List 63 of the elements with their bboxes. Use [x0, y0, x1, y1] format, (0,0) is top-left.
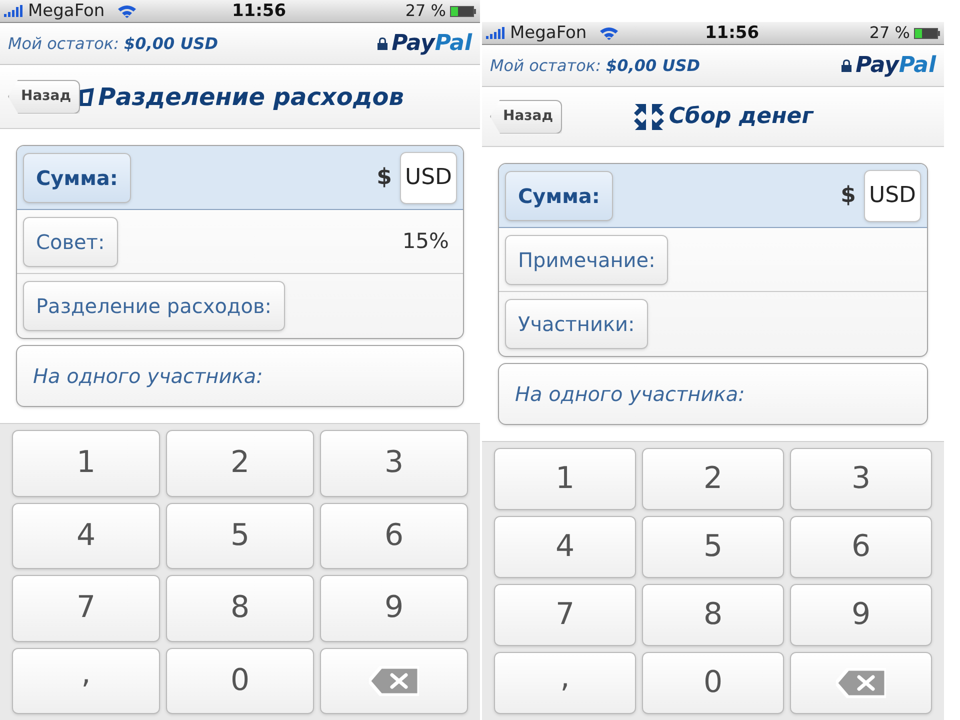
currency-button[interactable]: USD [400, 152, 457, 204]
paypal-logo: PayPal [856, 54, 936, 76]
keypad-key[interactable]: 8 [642, 584, 784, 646]
balance-text: Мой остаток: $0,00 USD [8, 32, 218, 54]
backspace-key[interactable] [320, 648, 468, 714]
arrows-icon [632, 102, 665, 132]
keypad-key[interactable]: 0 [166, 648, 314, 714]
keypad-key[interactable]: 1 [12, 430, 160, 496]
wifi-icon [116, 4, 137, 18]
field-label-button[interactable]: Совет: [23, 216, 118, 266]
currency-symbol: $ [376, 164, 392, 192]
lock-icon [840, 59, 852, 72]
balance-text: Мой остаток: $0,00 USD [490, 54, 700, 76]
result-label: На одного участника: [515, 381, 745, 408]
carrier-name: MegaFon [510, 24, 587, 42]
keypad-key[interactable]: , [494, 652, 636, 714]
field-label-button[interactable]: Примечание: [505, 234, 668, 284]
backspace-icon [836, 668, 886, 698]
result-label: На одного участника: [33, 363, 263, 390]
keypad-key[interactable]: 2 [166, 430, 314, 496]
signal-icon [486, 27, 506, 39]
currency-button[interactable]: USD [864, 170, 921, 222]
back-button[interactable]: Назад [8, 80, 80, 114]
clock: 11:56 [232, 2, 286, 20]
keypad-key[interactable]: 5 [166, 502, 314, 569]
keypad-key[interactable]: 5 [642, 516, 784, 578]
screen-title: Сбор денег [668, 103, 814, 131]
battery-icon [450, 6, 476, 16]
backspace-icon [369, 666, 419, 696]
signal-icon [4, 5, 24, 17]
field-label-button[interactable]: Участники: [505, 299, 648, 349]
clock: 11:56 [704, 24, 760, 42]
keypad-key[interactable]: 4 [12, 502, 160, 569]
keypad-key[interactable]: 8 [166, 575, 314, 642]
battery-percent: 27 % [405, 3, 446, 19]
back-button[interactable]: Назад [490, 100, 562, 134]
currency-symbol: $ [840, 182, 856, 210]
keypad-key[interactable]: 6 [790, 516, 932, 578]
field-value: 15% [402, 228, 449, 255]
keypad-key[interactable]: 3 [790, 448, 932, 510]
receipt-icon [80, 86, 94, 108]
keypad-key[interactable]: 9 [790, 584, 932, 646]
keypad-key[interactable]: , [12, 648, 160, 714]
carrier-name: MegaFon [28, 2, 105, 20]
keypad-key[interactable]: 2 [642, 448, 784, 510]
field-label-button[interactable]: Сумма: [23, 152, 131, 202]
keypad-key[interactable]: 7 [12, 575, 160, 642]
keypad-key[interactable]: 9 [320, 575, 468, 642]
keypad-key[interactable]: 7 [494, 584, 636, 646]
screen-title: Разделение расходов [98, 82, 404, 112]
keypad-key[interactable]: 3 [320, 430, 468, 496]
battery-percent: 27 % [869, 25, 910, 41]
field-label-button[interactable]: Разделение расходов: [23, 281, 285, 331]
keypad-key[interactable]: 1 [494, 448, 636, 510]
lock-icon [376, 37, 388, 50]
keypad-key[interactable]: 0 [642, 652, 784, 714]
backspace-key[interactable] [790, 652, 932, 714]
keypad-key[interactable]: 4 [494, 516, 636, 578]
field-label-button[interactable]: Сумма: [505, 170, 613, 220]
wifi-icon [598, 26, 619, 40]
battery-icon [914, 28, 940, 38]
keypad-key[interactable]: 6 [320, 502, 468, 569]
paypal-logo: PayPal [392, 32, 472, 54]
